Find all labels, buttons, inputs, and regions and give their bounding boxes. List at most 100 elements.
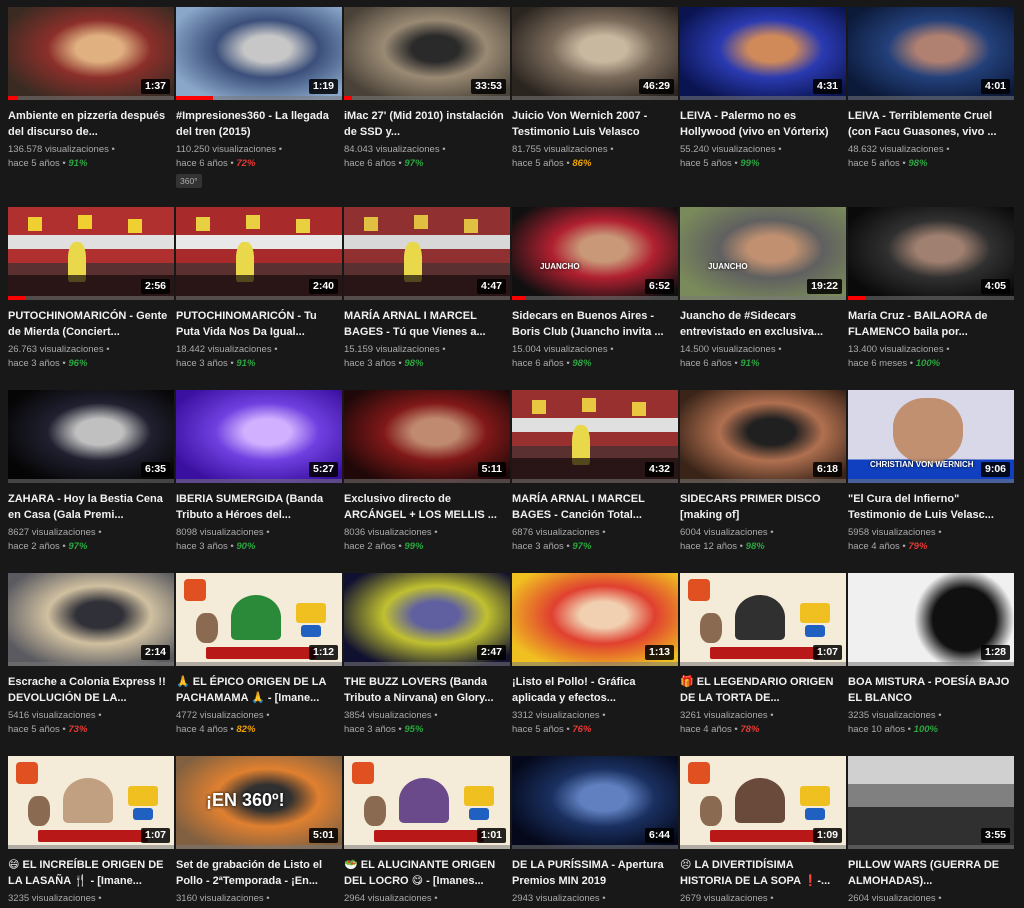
video-thumbnail[interactable]: 4:47 (344, 207, 510, 300)
view-count: 2679 visualizaciones • (680, 893, 774, 904)
video-thumbnail[interactable]: 46:29 (512, 7, 678, 100)
video-card[interactable]: 2:56 PUTOCHINOMARICÓN - Gente de Mierda … (8, 207, 174, 371)
video-card[interactable]: 1:13 ¡Listo el Pollo! - Gráfica aplicada… (512, 573, 678, 737)
video-thumbnail[interactable]: JUANCHO 19:22 (680, 207, 846, 300)
video-card[interactable]: 1:12 🙏 EL ÉPICO ORIGEN DE LA PACHAMAMA 🙏… (176, 573, 342, 737)
video-card[interactable]: 1:37 Ambiente en pizzería después del di… (8, 7, 174, 171)
video-card[interactable]: 2:14 Escrache a Colonia Express !! DEVOL… (8, 573, 174, 737)
video-title[interactable]: Ambiente en pizzería después del discurs… (8, 109, 174, 140)
watch-progress-track (176, 479, 342, 483)
video-title[interactable]: MARÍA ARNAL I MARCEL BAGES - Tú que Vien… (344, 309, 510, 340)
video-title[interactable]: Set de grabación de Listo el Pollo - 2ªT… (176, 858, 342, 889)
video-card[interactable]: 1:28 BOA MISTURA - POESÍA BAJO EL BLANCO… (848, 573, 1014, 737)
video-title[interactable]: Escrache a Colonia Express !! DEVOLUCIÓN… (8, 675, 174, 706)
video-card[interactable]: 6:44 DE LA PURÍSSIMA - Apertura Premios … (512, 756, 678, 906)
video-thumbnail[interactable]: 4:31 (680, 7, 846, 100)
video-card[interactable]: 4:05 María Cruz - BAILAORA de FLAMENCO b… (848, 207, 1014, 371)
video-card[interactable]: 2:40 PUTOCHINOMARICÓN - Tu Puta Vida Nos… (176, 207, 342, 371)
video-card[interactable]: 2:47 THE BUZZ LOVERS (Banda Tributo a Ni… (344, 573, 510, 737)
video-title[interactable]: MARÍA ARNAL I MARCEL BAGES - Canción Tot… (512, 492, 678, 523)
video-title[interactable]: SIDECARS PRIMER DISCO [making of] (680, 492, 846, 523)
video-thumbnail[interactable]: 6:35 (8, 390, 174, 483)
video-thumbnail[interactable]: 2:14 (8, 573, 174, 666)
video-title[interactable]: PUTOCHINOMARICÓN - Gente de Mierda (Conc… (8, 309, 174, 340)
video-title[interactable]: 😄 EL INCREÍBLE ORIGEN DE LA LASAÑA 🍴 - [… (8, 858, 174, 889)
video-thumbnail[interactable]: 1:07 (680, 573, 846, 666)
video-thumbnail[interactable]: ¡EN 360º! 5:01 (176, 756, 342, 849)
video-thumbnail[interactable]: 6:18 (680, 390, 846, 483)
video-title[interactable]: 🎁 EL LEGENDARIO ORIGEN DE LA TORTA DE... (680, 675, 846, 706)
video-card[interactable]: 4:01 LEIVA - Terriblemente Cruel (con Fa… (848, 7, 1014, 171)
video-card[interactable]: JUANCHO 19:22 Juancho de #Sidecars entre… (680, 207, 846, 371)
video-title[interactable]: PILLOW WARS (GUERRA DE ALMOHADAS)... (848, 858, 1014, 889)
video-thumbnail[interactable]: 4:05 (848, 207, 1014, 300)
video-card[interactable]: 4:32 MARÍA ARNAL I MARCEL BAGES - Canció… (512, 390, 678, 554)
video-card[interactable]: ¡EN 360º! 5:01 Set de grabación de Listo… (176, 756, 342, 906)
video-thumbnail[interactable]: 2:47 (344, 573, 510, 666)
video-thumbnail[interactable]: 5:11 (344, 390, 510, 483)
video-thumbnail[interactable]: 1:28 (848, 573, 1014, 666)
video-title[interactable]: ¡Listo el Pollo! - Gráfica aplicada y ef… (512, 675, 678, 706)
video-thumbnail[interactable]: 5:27 (176, 390, 342, 483)
video-card[interactable]: 1:09 😣 LA DIVERTIDÍSIMA HISTORIA DE LA S… (680, 756, 846, 906)
view-count: 15.159 visualizaciones • (344, 344, 446, 355)
video-card[interactable]: 5:27 IBERIA SUMERGIDA (Banda Tributo a H… (176, 390, 342, 554)
video-title[interactable]: THE BUZZ LOVERS (Banda Tributo a Nirvana… (344, 675, 510, 706)
video-title[interactable]: Juicio Von Wernich 2007 - Testimonio Lui… (512, 109, 678, 140)
video-duration: 33:53 (471, 79, 506, 94)
video-card[interactable]: 1:01 🥗 EL ALUCINANTE ORIGEN DEL LOCRO 😋 … (344, 756, 510, 906)
video-card[interactable]: 1:07 😄 EL INCREÍBLE ORIGEN DE LA LASAÑA … (8, 756, 174, 906)
video-thumbnail[interactable]: 4:32 (512, 390, 678, 483)
video-thumbnail[interactable]: 1:07 (8, 756, 174, 849)
video-card[interactable]: 4:31 LEIVA - Palermo no es Hollywood (vi… (680, 7, 846, 171)
video-title[interactable]: 😣 LA DIVERTIDÍSIMA HISTORIA DE LA SOPA ❗… (680, 858, 846, 889)
video-thumbnail[interactable]: 1:37 (8, 7, 174, 100)
video-card[interactable]: 1:07 🎁 EL LEGENDARIO ORIGEN DE LA TORTA … (680, 573, 846, 737)
video-thumbnail[interactable]: 2:56 (8, 207, 174, 300)
video-thumbnail[interactable]: 33:53 (344, 7, 510, 100)
video-thumbnail[interactable]: CHRISTIAN VON WERNICH 9:06 (848, 390, 1014, 483)
video-title[interactable]: 🙏 EL ÉPICO ORIGEN DE LA PACHAMAMA 🙏 - [I… (176, 675, 342, 706)
view-count: 4772 visualizaciones • (176, 710, 270, 721)
video-title[interactable]: DE LA PURÍSSIMA - Apertura Premios MIN 2… (512, 858, 678, 889)
video-thumbnail[interactable]: JUANCHO 6:52 (512, 207, 678, 300)
video-title[interactable]: "El Cura del Infierno" Testimonio de Lui… (848, 492, 1014, 523)
video-thumbnail[interactable]: 1:01 (344, 756, 510, 849)
video-thumbnail[interactable]: 1:19 (176, 7, 342, 100)
video-card[interactable]: 46:29 Juicio Von Wernich 2007 - Testimon… (512, 7, 678, 171)
video-thumbnail[interactable]: 1:09 (680, 756, 846, 849)
video-thumbnail[interactable]: 4:01 (848, 7, 1014, 100)
video-title[interactable]: ZAHARA - Hoy la Bestia Cena en Casa (Gal… (8, 492, 174, 523)
video-title[interactable]: LEIVA - Palermo no es Hollywood (vivo en… (680, 109, 846, 140)
video-card[interactable]: JUANCHO 6:52 Sidecars en Buenos Aires - … (512, 207, 678, 371)
video-card[interactable]: CHRISTIAN VON WERNICH 9:06 "El Cura del … (848, 390, 1014, 554)
video-title[interactable]: Sidecars en Buenos Aires - Boris Club (J… (512, 309, 678, 340)
video-card[interactable]: 3:55 PILLOW WARS (GUERRA DE ALMOHADAS)..… (848, 756, 1014, 906)
video-title[interactable]: IBERIA SUMERGIDA (Banda Tributo a Héroes… (176, 492, 342, 523)
video-thumbnail[interactable]: 6:44 (512, 756, 678, 849)
video-thumbnail[interactable]: 1:13 (512, 573, 678, 666)
thumbnail-overlay-text: JUANCHO (540, 262, 580, 271)
video-card[interactable]: 6:18 SIDECARS PRIMER DISCO [making of] 6… (680, 390, 846, 554)
video-card[interactable]: 6:35 ZAHARA - Hoy la Bestia Cena en Casa… (8, 390, 174, 554)
video-card[interactable]: 33:53 iMac 27' (Mid 2010) instalación de… (344, 7, 510, 171)
video-meta: 81.755 visualizaciones • hace 5 años • 8… (512, 143, 678, 171)
video-title[interactable]: iMac 27' (Mid 2010) instalación de SSD y… (344, 109, 510, 140)
video-title[interactable]: María Cruz - BAILAORA de FLAMENCO baila … (848, 309, 1014, 340)
video-meta: 110.250 visualizaciones • hace 6 años • … (176, 143, 342, 171)
video-title[interactable]: PUTOCHINOMARICÓN - Tu Puta Vida Nos Da I… (176, 309, 342, 340)
video-thumbnail[interactable]: 3:55 (848, 756, 1014, 849)
video-title[interactable]: Exclusivo directo de ARCÁNGEL + LOS MELL… (344, 492, 510, 523)
video-thumbnail[interactable]: 1:12 (176, 573, 342, 666)
video-card[interactable]: 1:19 #Impresiones360 - La llegada del tr… (176, 7, 342, 189)
video-card[interactable]: 5:11 Exclusivo directo de ARCÁNGEL + LOS… (344, 390, 510, 554)
video-age-line: hace 5 años • 99% (680, 157, 846, 171)
view-count: 13.400 visualizaciones • (848, 344, 950, 355)
video-title[interactable]: LEIVA - Terriblemente Cruel (con Facu Gu… (848, 109, 1014, 140)
video-title[interactable]: #Impresiones360 - La llegada del tren (2… (176, 109, 342, 140)
video-title[interactable]: Juancho de #Sidecars entrevistado en exc… (680, 309, 846, 340)
video-card[interactable]: 4:47 MARÍA ARNAL I MARCEL BAGES - Tú que… (344, 207, 510, 371)
video-title[interactable]: BOA MISTURA - POESÍA BAJO EL BLANCO (848, 675, 1014, 706)
video-title[interactable]: 🥗 EL ALUCINANTE ORIGEN DEL LOCRO 😋 - [Im… (344, 858, 510, 889)
video-thumbnail[interactable]: 2:40 (176, 207, 342, 300)
